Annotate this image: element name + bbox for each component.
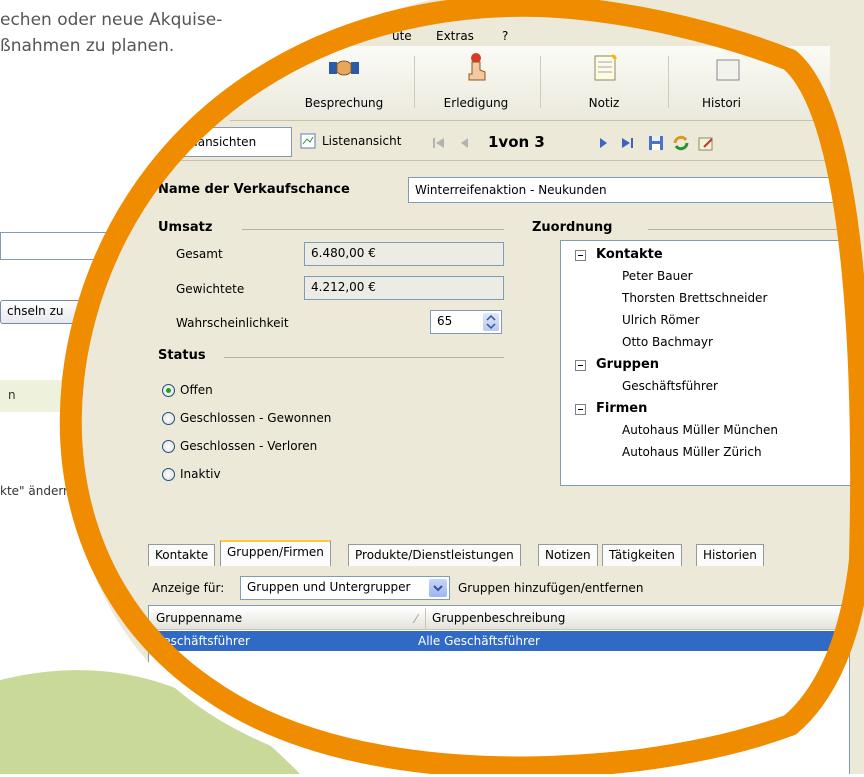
row-group-name: Geschäftsführer xyxy=(154,634,250,648)
column-header-gruppenname[interactable]: Gruppenname ⁄ xyxy=(150,608,426,630)
spin-arrows-icon[interactable] xyxy=(483,313,499,331)
zuordnung-heading: Zuordnung xyxy=(532,220,613,235)
section-rule xyxy=(242,229,504,230)
probability-stepper[interactable]: 65 xyxy=(430,310,502,334)
toolbar-erledigung-button[interactable]: Erledigung xyxy=(428,52,524,114)
row-group-description: Alle Geschäftsführer xyxy=(418,634,540,648)
tree-group-label[interactable]: Kontakte xyxy=(596,247,663,262)
status-heading: Status xyxy=(158,348,206,363)
intro-text-line-2: ßnahmen zu planen. xyxy=(0,36,175,56)
toolbar-separator xyxy=(414,56,415,108)
status-radio[interactable] xyxy=(162,468,175,481)
notepad-icon xyxy=(587,52,621,84)
pointing-hand-icon xyxy=(459,52,493,84)
toolbar-label: Erledigung xyxy=(443,96,509,110)
record-position: 1von 3 xyxy=(488,133,545,151)
edit-icon[interactable] xyxy=(698,135,714,151)
history-icon xyxy=(711,52,745,84)
toolbar-separator xyxy=(668,56,669,108)
gesamt-value: 6.480,00 € xyxy=(304,242,504,266)
tree-item[interactable]: Autohaus Müller München xyxy=(622,423,778,437)
toolbar-label: Notiz xyxy=(588,96,620,110)
status-radio[interactable] xyxy=(162,440,175,453)
tree-item[interactable]: Ulrich Römer xyxy=(622,313,700,327)
tree-item[interactable]: Otto Bachmayr xyxy=(622,335,713,349)
status-radio[interactable] xyxy=(162,384,175,397)
list-view-icon xyxy=(300,133,316,149)
intro-text-line-1: echen oder neue Akquise- xyxy=(0,10,223,30)
collapse-icon[interactable] xyxy=(575,250,586,261)
status-option-label[interactable]: Inaktiv xyxy=(180,467,221,481)
chevron-down-icon[interactable] xyxy=(429,579,447,597)
gesamt-label: Gesamt xyxy=(176,247,223,261)
tab-notizen[interactable]: Notizen xyxy=(538,544,598,566)
umsatz-heading: Umsatz xyxy=(158,220,213,235)
toolbar-historie-button[interactable]: Histori xyxy=(680,52,776,114)
tab-tätigkeiten[interactable]: Tätigkeiten xyxy=(602,544,682,566)
tree-item[interactable]: Peter Bauer xyxy=(622,269,693,283)
tree-item[interactable]: Autohaus Müller Zürich xyxy=(622,445,762,459)
tree-item[interactable]: Geschäftsführer xyxy=(622,379,718,393)
collapse-icon[interactable] xyxy=(575,360,586,371)
column-header-gruppenbeschreibung[interactable]: Gruppenbeschreibung xyxy=(426,608,846,630)
sort-indicator-icon: ⁄ xyxy=(414,612,417,626)
toolbar-besprechung-button[interactable]: Besprechung xyxy=(296,52,392,114)
previous-record-icon[interactable] xyxy=(458,136,472,150)
next-record-icon[interactable] xyxy=(596,136,610,150)
menu-item-fragment[interactable]: ute xyxy=(392,29,412,43)
menu-item-help[interactable]: ? xyxy=(502,29,508,43)
probability-label: Wahrscheinlichkeit xyxy=(176,316,289,330)
status-option-label[interactable]: Geschlossen - Verloren xyxy=(180,439,317,453)
toolbar-notiz-button[interactable]: Notiz xyxy=(556,52,652,114)
collapse-icon[interactable] xyxy=(575,404,586,415)
anzeige-label: Anzeige für: xyxy=(152,581,225,595)
menu-bar xyxy=(350,26,864,46)
gewichtete-label: Gewichtete xyxy=(176,282,245,296)
tab-gruppen-firmen[interactable]: Gruppen/Firmen xyxy=(220,540,331,567)
menu-item-extras[interactable]: Extras xyxy=(436,29,474,43)
column-header-label: Gruppenname xyxy=(156,611,243,625)
tab-kontakte[interactable]: Kontakte xyxy=(148,544,215,566)
anzeige-value: Gruppen und Untergrupper xyxy=(247,580,411,594)
tab-produkte-dienstleistungen[interactable]: Produkte/Dienstleistungen xyxy=(348,544,521,566)
opportunity-name-label: Name der Verkaufschance xyxy=(158,182,350,197)
column-header-label: Gruppenbeschreibung xyxy=(432,611,566,625)
section-rule xyxy=(648,229,848,230)
tree-group-label[interactable]: Firmen xyxy=(596,401,647,416)
tab-label: Listenansicht xyxy=(322,134,402,148)
add-remove-groups-link[interactable]: Gruppen hinzufügen/entfernen xyxy=(458,581,643,595)
tab-historien[interactable]: Historien xyxy=(696,544,764,566)
opportunity-name-input[interactable]: Winterreifenaktion - Neukunden xyxy=(408,177,848,203)
toolbar-label: Besprechung xyxy=(304,96,384,110)
refresh-icon[interactable] xyxy=(672,135,690,151)
table-row[interactable]: Geschäftsführer Alle Geschäftsführer xyxy=(150,631,840,651)
section-rule xyxy=(224,357,504,358)
probability-value: 65 xyxy=(437,314,453,328)
tab-listenansicht[interactable]: Listenansicht xyxy=(296,127,414,155)
status-radio[interactable] xyxy=(162,412,175,425)
gewichtete-value: 4.212,00 € xyxy=(304,276,504,300)
first-record-icon[interactable] xyxy=(432,136,446,150)
toolbar-label: Histori xyxy=(702,96,741,110)
bg-group-label: n xyxy=(8,388,16,402)
anzeige-select[interactable]: Gruppen und Untergrupper xyxy=(240,576,450,600)
last-record-icon[interactable] xyxy=(620,136,636,150)
handshake-icon xyxy=(327,54,361,82)
bg-change-text: kte" ändern xyxy=(0,484,71,498)
tree-group-label[interactable]: Gruppen xyxy=(596,357,659,372)
tab-label: tailansichten xyxy=(179,135,257,149)
status-option-label[interactable]: Offen xyxy=(180,383,213,397)
save-icon[interactable] xyxy=(648,135,664,151)
status-option-label[interactable]: Geschlossen - Gewonnen xyxy=(180,411,331,425)
toolbar-separator xyxy=(540,56,541,108)
tree-item[interactable]: Thorsten Brettschneider xyxy=(622,291,767,305)
